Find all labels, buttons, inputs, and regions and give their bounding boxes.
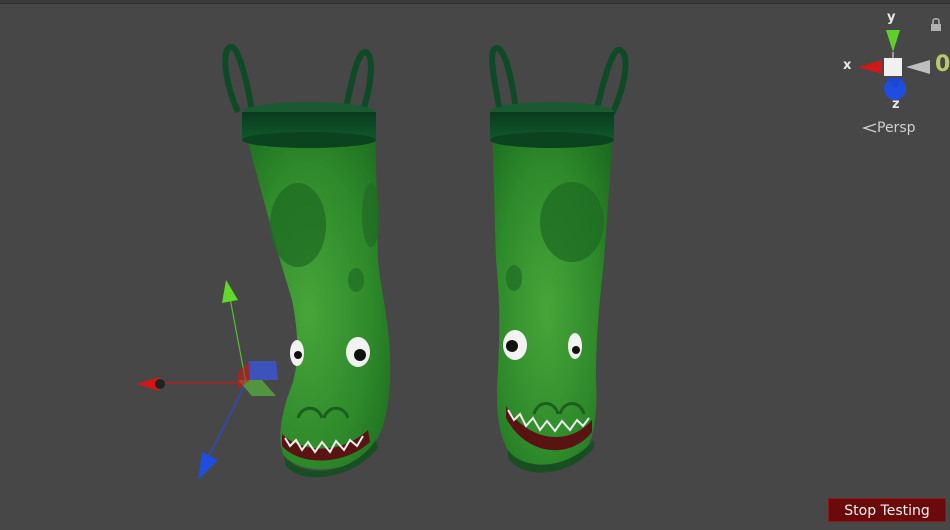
z-axis-arrow-handle[interactable] — [198, 452, 218, 480]
projection-label: Persp — [877, 120, 916, 136]
x-axis-cone[interactable] — [858, 60, 882, 74]
y-axis-label: y — [887, 10, 896, 25]
y-axis-arrow-handle[interactable] — [222, 280, 238, 303]
z-axis-label: z — [892, 97, 900, 112]
neg-x-axis-cone[interactable] — [906, 60, 930, 74]
y-axis-cone[interactable] — [886, 30, 900, 52]
right-rain-boot[interactable] — [489, 45, 629, 473]
lock-icon[interactable] — [931, 17, 941, 31]
orientation-gizmo[interactable] — [858, 30, 930, 100]
stop-testing-button[interactable]: Stop Testing — [828, 498, 946, 522]
center-scale-box[interactable] — [238, 361, 278, 396]
transform-gizmo[interactable] — [136, 280, 278, 480]
projection-toggle[interactable]: Persp — [861, 120, 916, 136]
scene-viewport[interactable]: y x z 0 Persp Stop Testing — [0, 0, 950, 530]
partial-axis-label: 0 — [935, 52, 950, 77]
scene-canvas[interactable] — [0, 0, 950, 530]
x-axis-label: x — [843, 58, 852, 73]
gizmo-center-cube[interactable] — [884, 58, 902, 76]
x-axis-arrow-handle[interactable] — [136, 377, 165, 391]
left-rain-boot[interactable] — [222, 44, 391, 478]
